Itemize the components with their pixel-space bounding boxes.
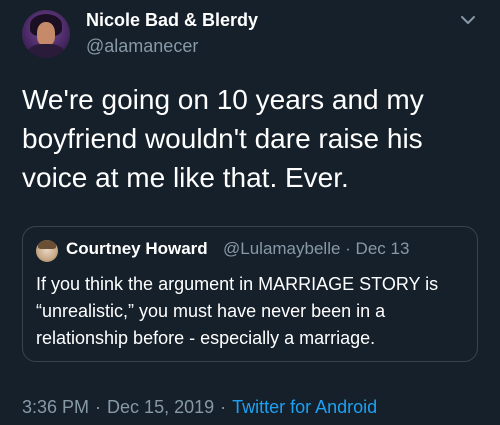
- tweet-time[interactable]: 3:36 PM: [22, 397, 89, 417]
- avatar-face: [37, 22, 55, 46]
- author-handle[interactable]: @alamanecer: [86, 36, 198, 57]
- author-name[interactable]: Nicole Bad & Blerdy: [86, 10, 258, 31]
- footer-separator: ·: [220, 397, 227, 417]
- chevron-down-icon[interactable]: [458, 10, 478, 30]
- footer-separator: ·: [95, 397, 102, 417]
- tweet-date[interactable]: Dec 15, 2019: [107, 397, 214, 417]
- quoted-author-name: Courtney Howard: [66, 239, 208, 258]
- tweet-source-link[interactable]: Twitter for Android: [232, 397, 377, 417]
- tweet-footer: 3:36 PM · Dec 15, 2019 · Twitter for Android: [22, 397, 377, 418]
- quoted-author-avatar: [36, 240, 58, 262]
- author-avatar[interactable]: [22, 10, 70, 58]
- quoted-tweet-text: If you think the argument in MARRIAGE ST…: [36, 274, 439, 348]
- avatar-body: [28, 44, 64, 58]
- quoted-avatar-hair: [38, 240, 56, 249]
- quoted-tweet[interactable]: Courtney Howard @Lulamaybelle · Dec 13 I…: [22, 226, 478, 362]
- tweet-text: We're going on 10 years and my boyfriend…: [22, 84, 424, 193]
- tweet-card: Nicole Bad & Blerdy @alamanecer We're go…: [0, 0, 500, 425]
- quoted-author-handle-date: @Lulamaybelle · Dec 13: [223, 239, 410, 258]
